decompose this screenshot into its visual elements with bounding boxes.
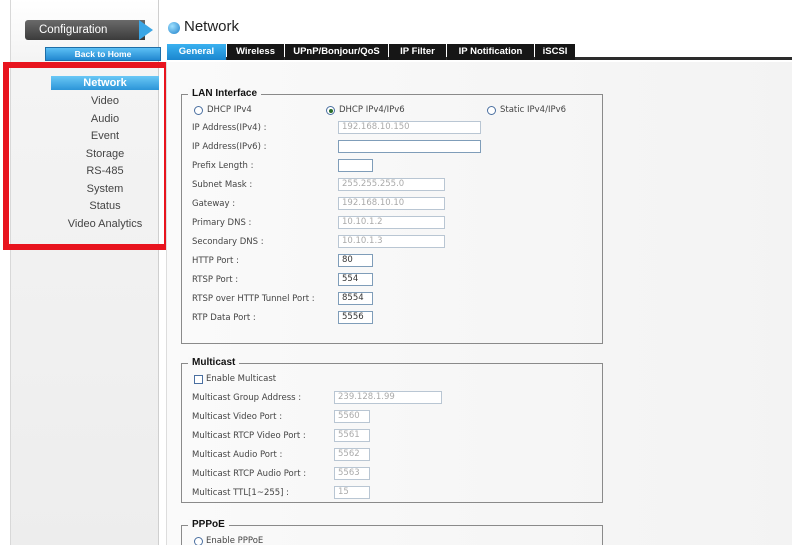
ipv4-address-label: IP Address(IPv4) :: [192, 123, 267, 133]
multicast-ttl-label: Multicast TTL[1~255] :: [192, 488, 290, 498]
tab-upnp-bonjour-qos[interactable]: UPnP/Bonjour/QoS: [285, 44, 388, 60]
enable-pppoe-label: Enable PPPoE: [206, 536, 264, 545]
rtp-data-port-input[interactable]: 5556: [338, 311, 373, 324]
pppoe-group: PPPoE Enable PPPoE: [181, 519, 603, 545]
subnet-mask-input[interactable]: 255.255.255.0: [338, 178, 445, 191]
multicast-audio-port-label: Multicast Audio Port :: [192, 450, 283, 460]
tab-bar: General Wireless UPnP/Bonjour/QoS IP Fil…: [167, 44, 792, 60]
rtp-data-port-label: RTP Data Port :: [192, 313, 256, 323]
multicast-ttl-input[interactable]: 15: [334, 486, 370, 499]
secondary-dns-label: Secondary DNS :: [192, 237, 264, 247]
sidebar: Configuration Back to Home Network Video…: [10, 0, 161, 545]
ipv6-address-input[interactable]: [338, 140, 481, 153]
tab-ip-notification[interactable]: IP Notification: [447, 44, 534, 60]
multicast-rtcp-video-port-label: Multicast RTCP Video Port :: [192, 431, 306, 441]
multicast-rtcp-audio-port-label: Multicast RTCP Audio Port :: [192, 469, 307, 479]
dhcp-ipv4-label: DHCP IPv4: [207, 105, 252, 115]
enable-pppoe-radio[interactable]: [194, 537, 203, 545]
tab-iscsi[interactable]: iSCSI: [535, 44, 575, 60]
pppoe-legend: PPPoE: [188, 519, 229, 530]
static-ipv4-ipv6-radio[interactable]: [487, 106, 496, 115]
tab-ip-filter[interactable]: IP Filter: [389, 44, 446, 60]
multicast-rtcp-video-port-input[interactable]: 5561: [334, 429, 370, 442]
multicast-rtcp-audio-port-input[interactable]: 5563: [334, 467, 370, 480]
multicast-video-port-label: Multicast Video Port :: [192, 412, 283, 422]
side-menu: Network Video Audio Event Storage RS-485…: [51, 76, 159, 233]
static-ipv4-ipv6-label: Static IPv4/IPv6: [500, 105, 567, 115]
sidebar-item-video[interactable]: Video: [51, 93, 159, 111]
page-title: Network: [184, 18, 240, 35]
sidebar-item-rs485[interactable]: RS-485: [51, 163, 159, 181]
sidebar-item-event[interactable]: Event: [51, 128, 159, 146]
network-globe-icon: [168, 22, 180, 34]
multicast-video-port-input[interactable]: 5560: [334, 410, 370, 423]
rtsp-port-label: RTSP Port :: [192, 275, 239, 285]
configuration-arrow-icon: [139, 20, 153, 40]
sidebar-item-system[interactable]: System: [51, 181, 159, 199]
secondary-dns-input[interactable]: 10.10.1.3: [338, 235, 445, 248]
enable-multicast-label: Enable Multicast: [206, 374, 277, 384]
sidebar-item-storage[interactable]: Storage: [51, 146, 159, 164]
sidebar-item-audio[interactable]: Audio: [51, 111, 159, 129]
sidebar-item-network[interactable]: Network: [51, 76, 159, 90]
multicast-group-address-label: Multicast Group Address :: [192, 393, 302, 403]
subnet-mask-label: Subnet Mask :: [192, 180, 253, 190]
dhcp-ipv4-ipv6-label: DHCP IPv4/IPv6: [339, 105, 405, 115]
rtsp-over-http-tunnel-port-input[interactable]: 8554: [338, 292, 373, 305]
multicast-legend: Multicast: [188, 357, 240, 368]
multicast-group: Multicast Enable Multicast Multicast Gro…: [181, 357, 603, 503]
multicast-group-address-input[interactable]: 239.128.1.99: [334, 391, 442, 404]
configuration-header: Configuration: [25, 20, 161, 40]
content-panel: LAN Interface DHCP IPv4 DHCP IPv4/IPv6 S…: [166, 62, 792, 545]
primary-dns-label: Primary DNS :: [192, 218, 252, 228]
ipv4-address-input[interactable]: 192.168.10.150: [338, 121, 481, 134]
ipv6-address-label: IP Address(IPv6) :: [192, 142, 267, 152]
configuration-label: Configuration: [25, 20, 145, 40]
lan-interface-legend: LAN Interface: [188, 88, 262, 99]
rtsp-over-http-tunnel-port-label: RTSP over HTTP Tunnel Port :: [192, 294, 315, 304]
back-to-home-button[interactable]: Back to Home: [45, 47, 161, 61]
prefix-length-label: Prefix Length :: [192, 161, 254, 171]
sidebar-item-video-analytics[interactable]: Video Analytics: [51, 216, 159, 234]
http-port-input[interactable]: 80: [338, 254, 373, 267]
enable-multicast-checkbox[interactable]: [194, 375, 203, 384]
dhcp-ipv4-ipv6-radio[interactable]: [326, 106, 335, 115]
lan-interface-group: LAN Interface DHCP IPv4 DHCP IPv4/IPv6 S…: [181, 88, 603, 344]
multicast-audio-port-input[interactable]: 5562: [334, 448, 370, 461]
rtsp-port-input[interactable]: 554: [338, 273, 373, 286]
gateway-input[interactable]: 192.168.10.10: [338, 197, 445, 210]
tab-wireless[interactable]: Wireless: [227, 44, 284, 60]
prefix-length-input[interactable]: [338, 159, 373, 172]
tab-general[interactable]: General: [167, 44, 226, 60]
dhcp-ipv4-radio[interactable]: [194, 106, 203, 115]
gateway-label: Gateway :: [192, 199, 236, 209]
http-port-label: HTTP Port :: [192, 256, 239, 266]
primary-dns-input[interactable]: 10.10.1.2: [338, 216, 445, 229]
sidebar-item-status[interactable]: Status: [51, 198, 159, 216]
